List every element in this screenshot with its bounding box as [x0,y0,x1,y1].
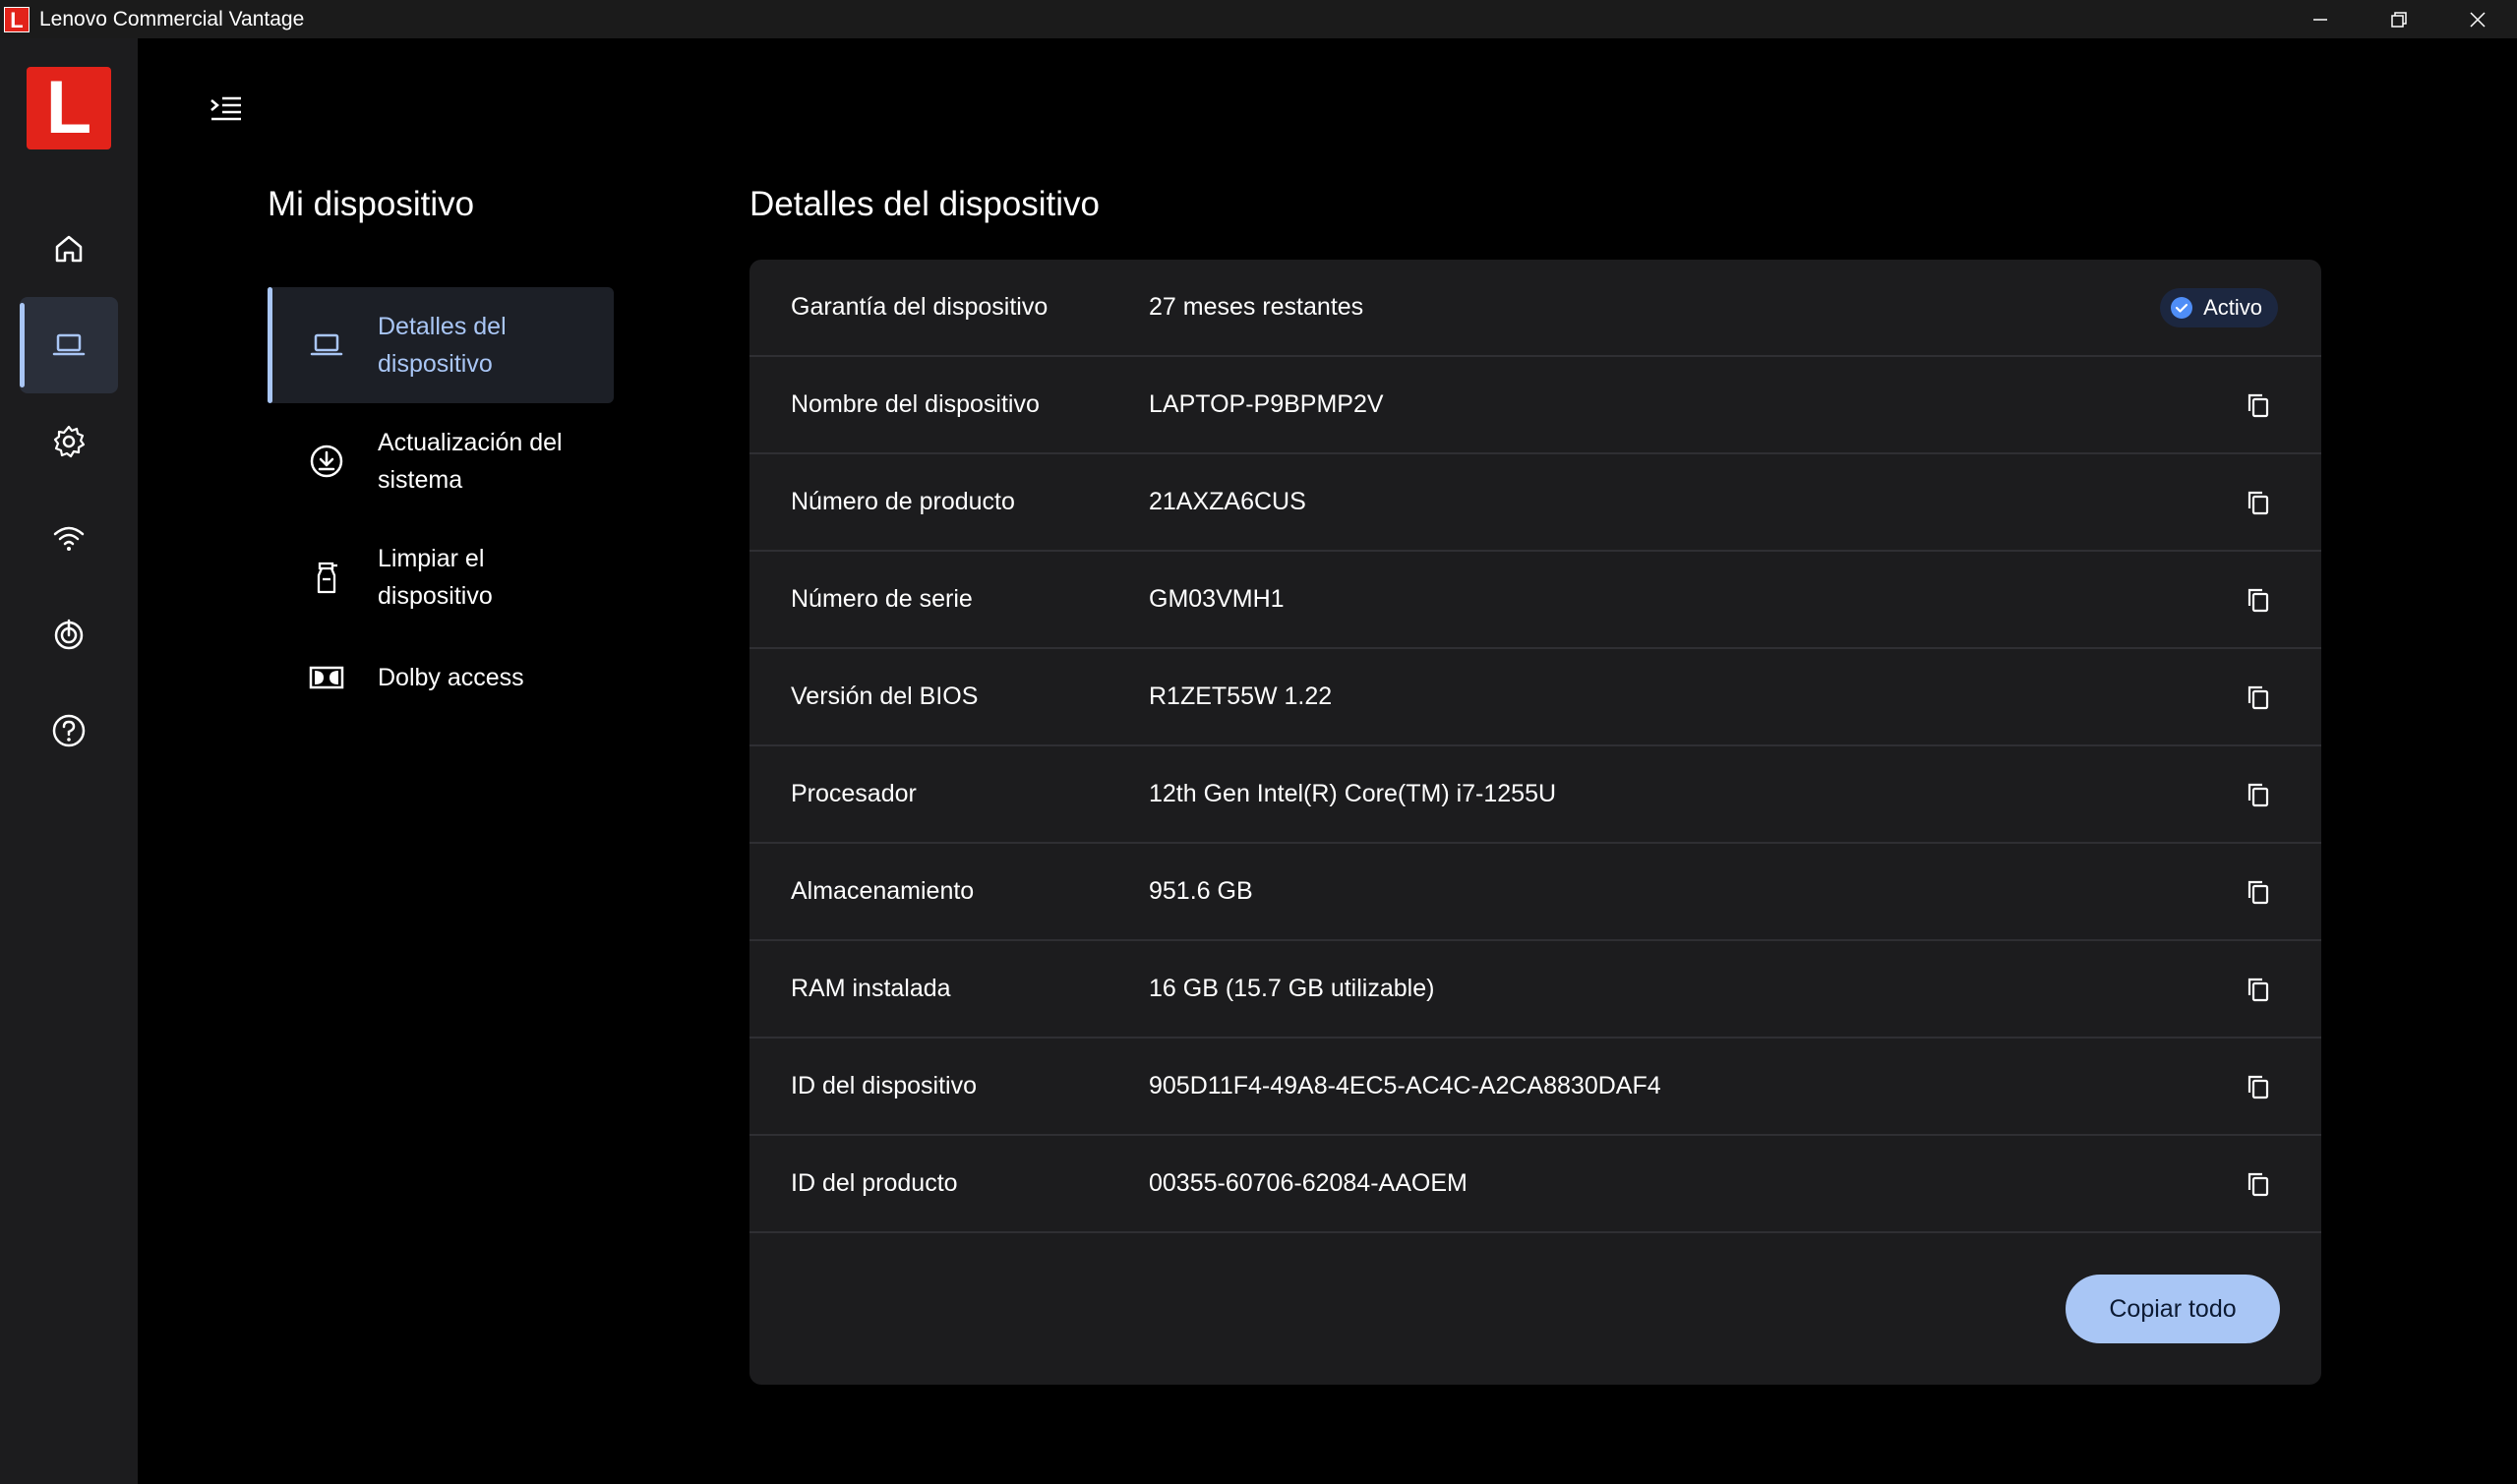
detail-label: ID del dispositivo [791,1072,977,1099]
copy-button[interactable] [2239,1067,2278,1106]
detail-row-ram: RAM instalada 16 GB (15.7 GB utilizable) [749,941,2321,1039]
rail-item-home[interactable] [20,201,118,297]
rail-item-device[interactable] [20,297,118,393]
copy-button[interactable] [2239,483,2278,522]
app-icon: L [4,6,30,32]
detail-value: GM03VMH1 [1149,585,1285,613]
detail-row-warranty: Garantía del dispositivo 27 meses restan… [749,260,2321,357]
copy-all-button[interactable]: Copiar todo [2066,1275,2280,1343]
copy-icon [2247,588,2269,612]
rail-item-security[interactable] [20,586,118,683]
detail-label: Procesador [791,780,917,807]
wifi-icon [53,526,85,551]
close-button[interactable] [2438,0,2517,38]
subnav: Detalles del dispositivo Actualización d… [268,287,614,720]
copy-icon [2247,783,2269,806]
close-icon [2470,11,2486,28]
copy-icon [2247,491,2269,514]
download-icon [310,445,343,478]
detail-row-product-id: ID del producto 00355-60706-62084-AAOEM [749,1136,2321,1233]
copy-icon [2247,1172,2269,1196]
copy-button[interactable] [2239,678,2278,717]
copy-button[interactable] [2239,386,2278,425]
copy-icon [2247,685,2269,709]
detail-value: 951.6 GB [1149,877,1253,905]
home-icon [55,235,83,263]
copy-icon [2247,880,2269,904]
detail-row-bios-version: Versión del BIOS R1ZET55W 1.22 [749,649,2321,746]
detail-label: RAM instalada [791,975,951,1002]
detail-value: 905D11F4-49A8-4EC5-AC4C-A2CA8830DAF4 [1149,1072,1661,1099]
check-circle-icon [2171,296,2193,319]
detail-value: 16 GB (15.7 GB utilizable) [1149,975,1435,1002]
detail-label: Almacenamiento [791,877,975,905]
restore-icon [2391,11,2407,28]
status-badge-label: Activo [2203,294,2262,320]
menu-collapse-icon [210,96,241,121]
detail-row-device-id: ID del dispositivo 905D11F4-49A8-4EC5-AC… [749,1039,2321,1136]
subnav-item-clean-device[interactable]: Limpiar el dispositivo [268,519,614,635]
laptop-icon [52,333,86,356]
spray-bottle-icon [317,562,337,594]
detail-value: 27 meses restantes [1149,293,1364,321]
detail-value: 12th Gen Intel(R) Core(TM) i7-1255U [1149,780,1557,807]
detail-label: ID del producto [791,1169,958,1197]
target-icon [54,619,84,650]
page-title: Detalles del dispositivo [749,185,1101,223]
navigation-rail: L [0,38,138,1484]
copy-button[interactable] [2239,1164,2278,1204]
minimize-icon [2313,18,2327,21]
subnav-item-label: Dolby access [378,664,524,691]
device-details-card: Garantía del dispositivo 27 meses restan… [749,260,2321,1385]
detail-row-storage: Almacenamiento 951.6 GB [749,844,2321,941]
help-icon [52,714,86,747]
detail-value: 21AXZA6CUS [1149,488,1306,515]
detail-row-processor: Procesador 12th Gen Intel(R) Core(TM) i7… [749,746,2321,844]
detail-label: Versión del BIOS [791,683,979,710]
gear-icon [53,425,86,458]
status-badge: Activo [2160,287,2278,327]
subnav-item-system-update[interactable]: Actualización del sistema [268,403,614,519]
title-bar: L Lenovo Commercial Vantage [0,0,2517,38]
copy-icon [2247,393,2269,417]
rail-item-connectivity[interactable] [20,490,118,586]
subnav-item-label: Detalles del dispositivo [378,313,507,378]
detail-value: R1ZET55W 1.22 [1149,683,1333,710]
detail-label: Número de serie [791,585,973,613]
detail-value: LAPTOP-P9BPMP2V [1149,390,1384,418]
copy-button[interactable] [2239,872,2278,912]
detail-row-product-number: Número de producto 21AXZA6CUS [749,454,2321,552]
subnav-item-label: Limpiar el dispositivo [378,545,493,610]
window-controls [2281,0,2517,38]
section-title: Mi dispositivo [268,185,475,223]
restore-button[interactable] [2360,0,2438,38]
subnav-item-label: Actualización del sistema [378,429,563,494]
lenovo-logo[interactable]: L [27,67,111,149]
copy-button[interactable] [2239,970,2278,1009]
subnav-item-device-details[interactable]: Detalles del dispositivo [268,287,614,403]
menu-toggle-button[interactable] [205,89,248,128]
dolby-icon [309,666,344,689]
copy-button[interactable] [2239,775,2278,814]
copy-button[interactable] [2239,580,2278,620]
rail-item-settings[interactable] [20,393,118,490]
detail-value: 00355-60706-62084-AAOEM [1149,1169,1468,1197]
laptop-icon [310,333,343,356]
detail-label: Nombre del dispositivo [791,390,1040,418]
window-title: Lenovo Commercial Vantage [39,7,305,30]
detail-row-device-name: Nombre del dispositivo LAPTOP-P9BPMP2V [749,357,2321,454]
copy-icon [2247,1075,2269,1098]
rail-item-help[interactable] [20,683,118,779]
detail-row-serial-number: Número de serie GM03VMH1 [749,552,2321,649]
subnav-item-dolby-access[interactable]: Dolby access [268,635,614,720]
minimize-button[interactable] [2281,0,2360,38]
detail-label: Número de producto [791,488,1015,515]
copy-icon [2247,978,2269,1001]
detail-label: Garantía del dispositivo [791,293,1049,321]
